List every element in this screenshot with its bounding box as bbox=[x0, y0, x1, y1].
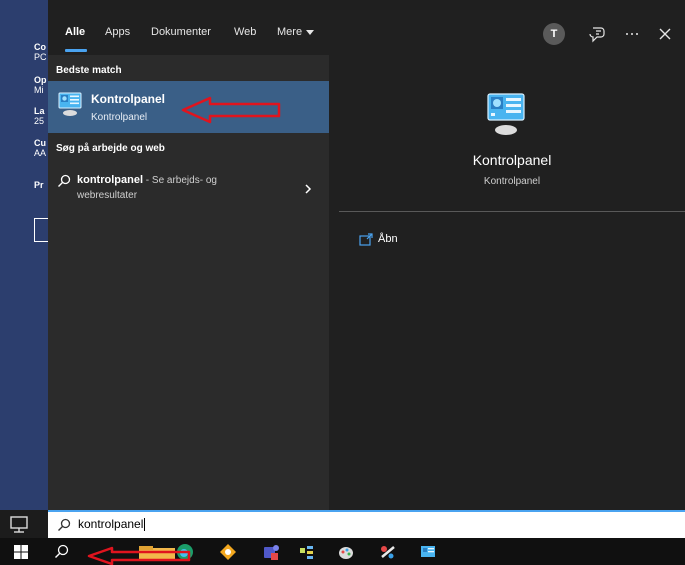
search-input[interactable]: kontrolpanel bbox=[48, 510, 685, 538]
control-panel-icon[interactable] bbox=[419, 543, 437, 561]
system-app-icon[interactable] bbox=[298, 543, 316, 561]
monitor-icon[interactable] bbox=[8, 515, 32, 535]
best-match-title: Kontrolpanel bbox=[91, 92, 165, 106]
web-search-item[interactable]: kontrolpanel - Se arbejds- og webresultat… bbox=[48, 167, 329, 207]
avatar[interactable]: T bbox=[543, 23, 565, 45]
background-text: Cu AA bbox=[34, 138, 47, 158]
background-app-window: Co PC Op Mi La 25 Cu AA Pr bbox=[0, 0, 48, 510]
details-subtitle: Kontrolpanel bbox=[483, 176, 541, 187]
background-text: Op Mi bbox=[34, 75, 47, 95]
tab-apps[interactable]: Apps bbox=[105, 26, 130, 38]
control-panel-icon bbox=[487, 93, 525, 135]
control-panel-icon bbox=[58, 92, 82, 116]
close-icon[interactable] bbox=[654, 23, 676, 45]
background-text: Co PC bbox=[34, 42, 47, 62]
paint-icon[interactable] bbox=[337, 543, 355, 561]
search-icon bbox=[58, 518, 71, 531]
tab-web[interactable]: Web bbox=[234, 26, 256, 38]
best-match-subtitle: Kontrolpanel bbox=[91, 112, 148, 123]
active-tab-indicator bbox=[65, 49, 87, 52]
red-annotation-arrow bbox=[87, 546, 191, 565]
search-icon bbox=[58, 174, 71, 187]
snipping-tool-icon[interactable] bbox=[379, 543, 397, 561]
chevron-down-icon bbox=[306, 29, 315, 35]
app-diamond-icon[interactable] bbox=[219, 543, 237, 561]
web-search-heading: Søg på arbejde og web bbox=[56, 143, 165, 154]
web-search-text: kontrolpanel - Se arbejds- og webresultat… bbox=[77, 174, 217, 201]
search-panel: Alle Apps Dokumenter Web Mere T Bedste m… bbox=[48, 10, 685, 510]
background-button-edge bbox=[34, 218, 48, 242]
open-action[interactable]: Åbn bbox=[359, 232, 459, 248]
divider bbox=[339, 211, 685, 212]
search-input-value: kontrolpanel bbox=[78, 517, 146, 532]
tab-documents[interactable]: Dokumenter bbox=[151, 26, 211, 38]
tab-more-label: Mere bbox=[277, 26, 303, 38]
chevron-right-icon[interactable] bbox=[304, 183, 312, 195]
tab-more[interactable]: Mere bbox=[277, 26, 315, 38]
details-title: Kontrolpanel bbox=[472, 152, 552, 168]
open-external-icon bbox=[359, 233, 373, 246]
text-cursor bbox=[144, 518, 146, 532]
open-label: Åbn bbox=[378, 233, 398, 245]
teams-icon[interactable] bbox=[262, 543, 280, 561]
details-pane: Kontrolpanel Kontrolpanel Åbn bbox=[339, 55, 685, 510]
best-match-heading: Bedste match bbox=[56, 65, 122, 76]
windows-start-icon[interactable] bbox=[12, 543, 30, 561]
red-annotation-arrow bbox=[181, 96, 281, 124]
more-options-icon[interactable] bbox=[621, 23, 643, 45]
search-icon[interactable] bbox=[53, 543, 71, 561]
background-text: La 25 bbox=[34, 106, 45, 126]
background-text: Pr bbox=[34, 180, 44, 190]
feedback-icon[interactable] bbox=[587, 23, 609, 45]
search-tab-bar: Alle Apps Dokumenter Web Mere T bbox=[48, 10, 685, 55]
tab-all[interactable]: Alle bbox=[65, 26, 85, 38]
